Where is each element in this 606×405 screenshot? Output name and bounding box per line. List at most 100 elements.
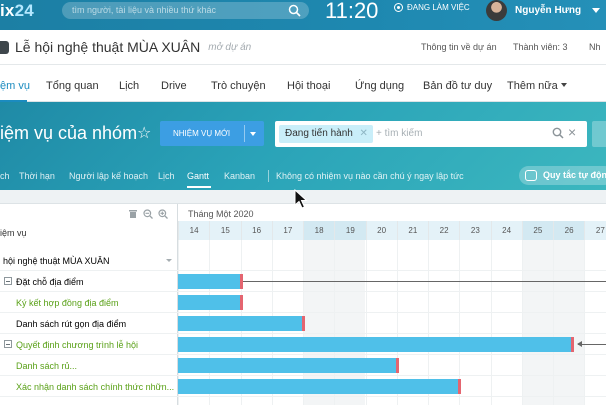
logo-prefix: ix xyxy=(0,1,15,20)
active-view-indicator xyxy=(187,186,211,188)
view-calendar[interactable]: Lịch xyxy=(158,171,175,181)
gantt-row-project[interactable]: hội nghệ thuật MÙA XUÂN xyxy=(0,250,178,271)
settings-button[interactable] xyxy=(592,121,606,147)
day-cell: 22 xyxy=(428,221,460,240)
day-cell: 17 xyxy=(271,221,303,240)
resize-handle[interactable] xyxy=(302,316,305,331)
day-cell: 19 xyxy=(334,221,366,240)
user-menu[interactable]: Nguyễn Hưng xyxy=(486,0,601,21)
status-label: ĐANG LÀM VIỆC xyxy=(407,3,470,12)
tasks-banner: iệm vụ của nhóm ☆ NHIỆM VỤ MỚI Đang tiến… xyxy=(0,102,606,190)
dependency-line xyxy=(577,344,606,345)
bitrix24-logo[interactable]: ix24 xyxy=(0,1,34,21)
grid-line xyxy=(178,291,606,292)
resize-handle[interactable] xyxy=(239,295,243,310)
search-placeholder: tìm người, tài liệu và nhiều thứ khác xyxy=(72,5,217,15)
rules-label: Quy tắc tự độn xyxy=(543,170,606,180)
workgroup-menu: ệm vụ Tổng quan Lịch Drive Trò chuyện Hộ… xyxy=(0,65,606,102)
task-bar[interactable] xyxy=(178,316,305,331)
search-icon[interactable] xyxy=(288,4,301,17)
grid-line xyxy=(178,270,606,271)
divider xyxy=(268,170,269,182)
clear-icon[interactable]: × xyxy=(568,124,576,140)
star-icon[interactable]: ☆ xyxy=(137,123,151,143)
task-bar[interactable] xyxy=(178,379,462,394)
chevron-down-icon[interactable] xyxy=(166,259,172,262)
button-divider xyxy=(244,125,245,142)
month-label: Tháng Một 2020 xyxy=(188,209,254,219)
zoom-in-icon[interactable] xyxy=(158,209,168,219)
grid-line xyxy=(178,333,606,334)
tab-drive[interactable]: Drive xyxy=(161,80,187,92)
gantt-row[interactable]: Danh sách rút gọn địa điểm xyxy=(0,313,178,334)
page-title: iệm vụ của nhóm xyxy=(0,123,138,143)
task-bar[interactable] xyxy=(178,295,243,310)
tab-more[interactable]: Thêm nữa xyxy=(507,80,567,92)
gantt-row[interactable]: Quyết định chương trình lễ hội xyxy=(0,334,178,355)
task-label: Quyết định chương trình lễ hội xyxy=(16,340,138,350)
user-name: Nguyễn Hưng xyxy=(515,5,582,16)
resize-handle[interactable] xyxy=(395,358,399,373)
group-icon xyxy=(0,40,9,54)
clock[interactable]: 11:20 xyxy=(325,0,378,24)
more-link[interactable]: Nh xyxy=(589,42,601,52)
filter-chip[interactable]: Đang tiến hành ✕ xyxy=(279,125,373,143)
day-cell: 16 xyxy=(240,221,272,240)
tab-mind-map[interactable]: Bản đồ tư duy xyxy=(423,80,492,92)
task-bar[interactable] xyxy=(178,337,574,352)
gantt-row[interactable]: Đặt chỗ địa điểm xyxy=(0,271,178,292)
tab-conversations[interactable]: Hội thoại xyxy=(287,80,330,92)
avatar[interactable] xyxy=(486,0,507,21)
tab-overview[interactable]: Tổng quan xyxy=(46,80,99,92)
global-search-input[interactable]: tìm người, tài liệu và nhiều thứ khác xyxy=(62,2,309,19)
tab-tasks[interactable]: ệm vụ xyxy=(0,80,30,92)
task-filter-input[interactable]: Đang tiến hành ✕ + tìm kiếm × xyxy=(275,121,587,147)
automation-rules-button[interactable]: Quy tắc tự độn xyxy=(519,166,606,185)
new-task-button[interactable]: NHIỆM VỤ MỚI xyxy=(160,121,264,146)
day-cell: 15 xyxy=(209,221,241,240)
gantt-task-list: iệm vụ hội nghệ thuật MÙA XUÂN Đặt chỗ đ… xyxy=(0,204,178,405)
tab-chat[interactable]: Trò chuyện xyxy=(211,80,266,92)
day-cell: 18 xyxy=(303,221,335,240)
chevron-down-icon[interactable] xyxy=(250,132,256,136)
gantt-row[interactable]: Danh sách rủ... xyxy=(0,355,178,376)
tab-calendar[interactable]: Lịch xyxy=(119,80,139,92)
gantt-row[interactable]: Ký kết hợp đồng địa điểm xyxy=(0,292,178,313)
tab-apps[interactable]: Ứng dụng xyxy=(355,80,404,92)
resize-handle[interactable] xyxy=(458,379,462,394)
view-deadline[interactable]: Thời hạn xyxy=(19,171,55,181)
zoom-out-icon[interactable] xyxy=(143,209,153,219)
search-icon[interactable] xyxy=(552,127,564,139)
chevron-down-icon xyxy=(592,8,601,13)
gantt-row[interactable]: Xác nhận danh sách chính thức nhữn... xyxy=(0,376,178,397)
trash-icon[interactable] xyxy=(128,209,138,219)
task-bar[interactable] xyxy=(178,358,399,373)
workgroup-name[interactable]: Lễ hội nghệ thuật MÙA XUÂN xyxy=(15,39,200,55)
chevron-down-icon xyxy=(560,83,567,87)
workgroup-title: Lễ hội nghệ thuật MÙA XUÂN mở dự án xyxy=(0,39,251,55)
view-kanban[interactable]: Kanban xyxy=(224,171,255,181)
view-planner[interactable]: Người lập kế hoạch xyxy=(69,171,148,181)
project-info-link[interactable]: Thông tin về dự án xyxy=(421,42,497,52)
collapse-icon[interactable] xyxy=(4,277,12,285)
view-gantt[interactable]: Gantt xyxy=(187,171,209,181)
robot-icon xyxy=(525,170,537,181)
view-list[interactable]: ch xyxy=(0,171,10,181)
task-label: Danh sách rút gọn địa điểm xyxy=(16,319,127,329)
gantt-tools xyxy=(128,209,168,219)
top-bar: ix24 tìm người, tài liệu và nhiều thứ kh… xyxy=(0,0,606,30)
gantt-timeline[interactable]: Tháng Một 2020 14 15 16 17 18 19 20 21 22 23 24 25 2… xyxy=(178,204,606,405)
members-link[interactable]: Thành viên: 3 xyxy=(513,42,568,52)
gantt-chart: iệm vụ hội nghệ thuật MÙA XUÂN Đặt chỗ đ… xyxy=(0,203,606,405)
work-status[interactable]: ĐANG LÀM VIỆC xyxy=(394,3,470,12)
view-switcher: ch Thời hạn Người lập kế hoạch Lịch Gant… xyxy=(0,164,606,188)
collapse-icon[interactable] xyxy=(4,340,12,348)
filter-chip-label: Đang tiến hành xyxy=(285,128,353,139)
task-bar[interactable] xyxy=(178,274,243,289)
resize-handle[interactable] xyxy=(570,337,574,352)
task-label: Đặt chỗ địa điểm xyxy=(16,277,84,287)
close-icon[interactable]: ✕ xyxy=(359,125,367,143)
task-label: Ký kết hợp đồng địa điểm xyxy=(16,298,119,308)
weekend-shade xyxy=(553,240,584,405)
attention-notice: Không có nhiệm vụ nào cần chú ý ngay lập… xyxy=(276,171,464,181)
